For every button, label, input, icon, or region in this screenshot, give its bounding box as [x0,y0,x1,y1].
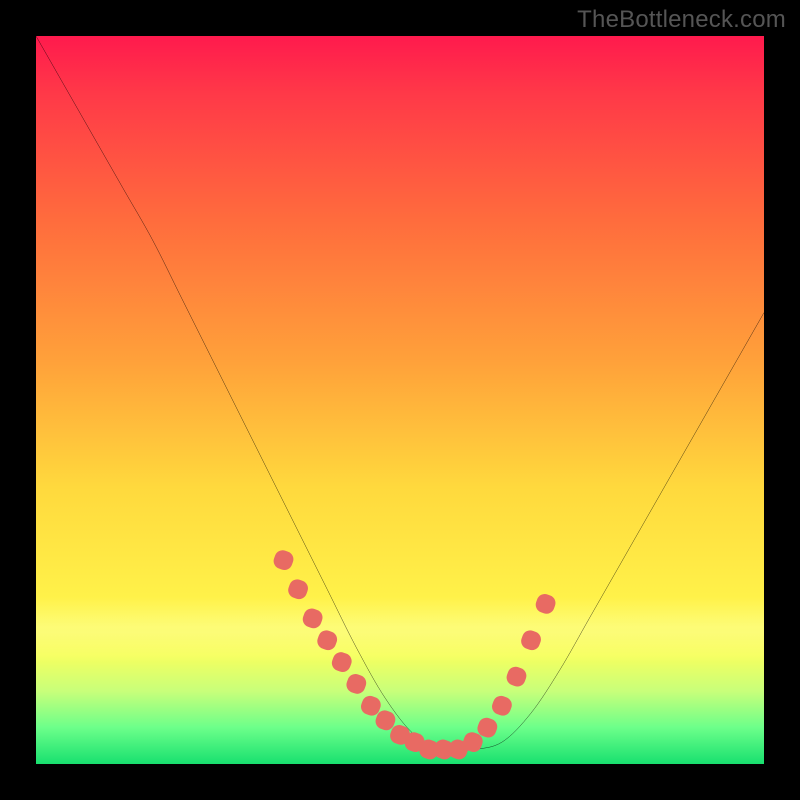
curve-marker [533,592,557,616]
curve-marker [315,628,339,652]
curve-marker [490,694,514,718]
curve-markers [271,548,557,762]
bottleneck-curve [36,36,764,751]
curve-marker [344,672,368,696]
chart-svg [36,36,764,764]
curve-marker [301,606,325,630]
curve-marker [286,577,310,601]
chart-frame: TheBottleneck.com [0,0,800,800]
curve-marker [519,628,543,652]
plot-area [36,36,764,764]
curve-marker [330,650,354,674]
curve-marker [271,548,295,572]
curve-marker [504,665,528,689]
watermark-label: TheBottleneck.com [577,6,786,34]
